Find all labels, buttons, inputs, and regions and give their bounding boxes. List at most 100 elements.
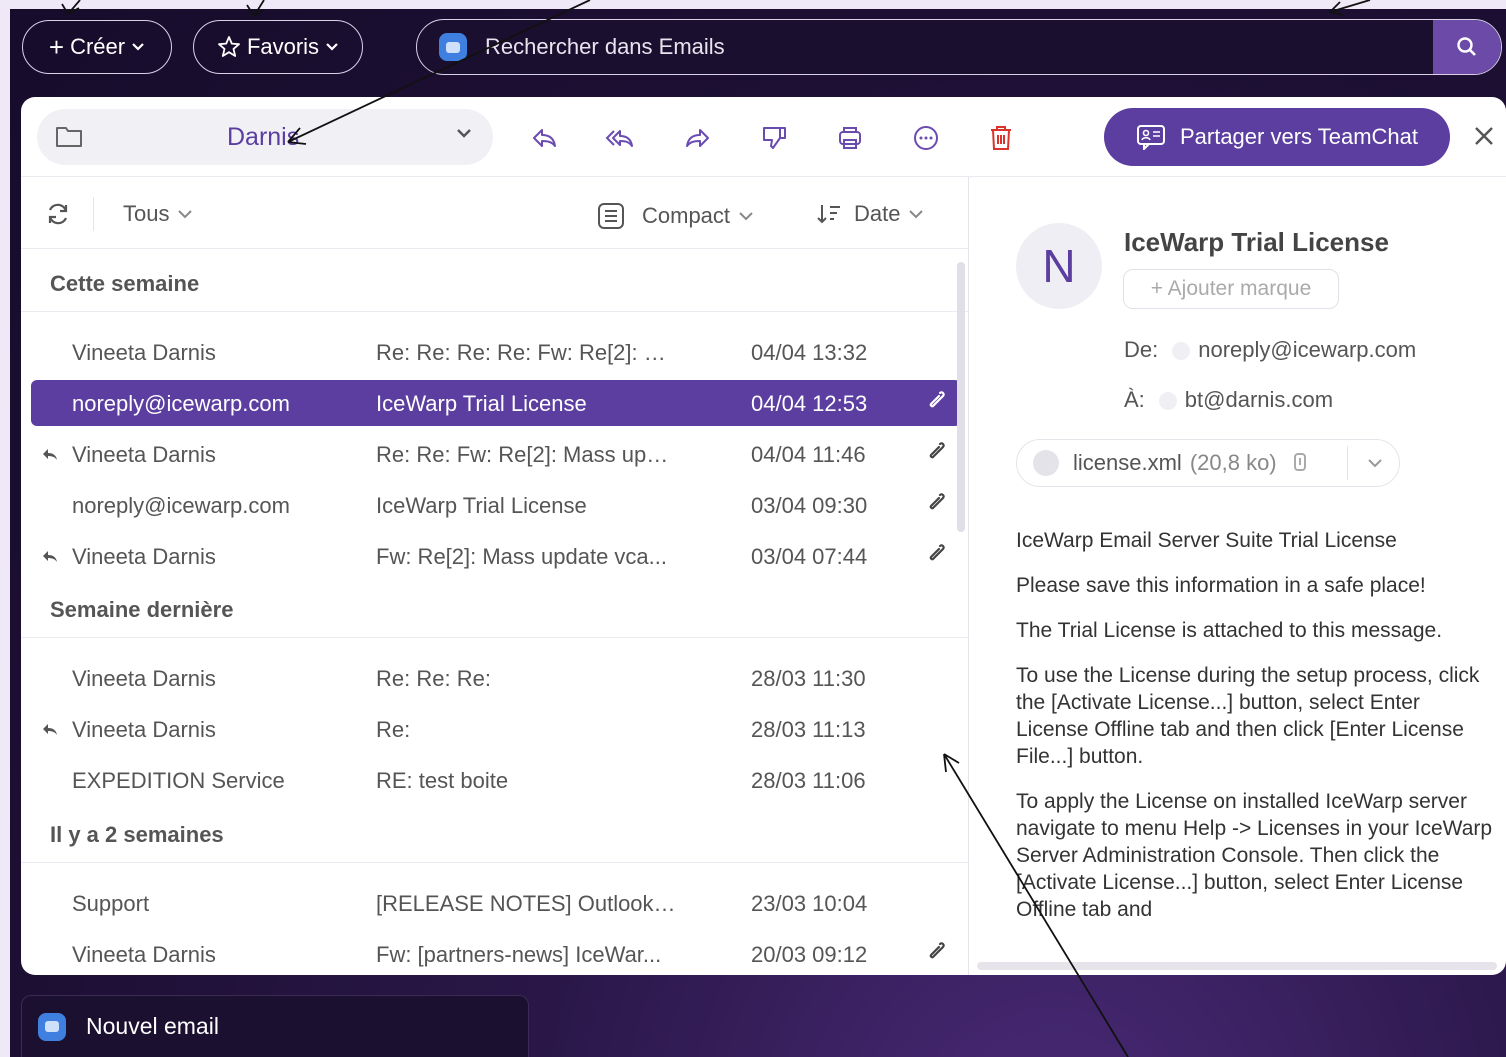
replied-icon: [41, 545, 59, 571]
chevron-down-icon: [457, 129, 471, 138]
message-title: IceWarp Trial License: [1124, 227, 1389, 257]
chevron-down-icon[interactable]: [1367, 458, 1383, 468]
refresh-button[interactable]: [45, 201, 71, 227]
star-icon: [218, 36, 240, 57]
row-sender: Vineeta Darnis: [72, 942, 216, 967]
body-paragraph: To apply the License on installed IceWar…: [1016, 790, 1493, 921]
row-subject: Fw: Re[2]: Mass update vca...: [376, 544, 668, 569]
row-subject: IceWarp Trial License: [376, 391, 587, 416]
share-label: Partager vers TeamChat: [1179, 124, 1419, 149]
new-email-tab[interactable]: Nouvel email: [21, 995, 529, 1057]
from-label: De:: [1124, 337, 1159, 362]
teamchat-icon: [1136, 125, 1165, 150]
message-list: Tous Compact Date Cette semaine Semaine …: [21, 177, 969, 975]
row-subject: RE: test boite: [376, 768, 509, 793]
email-app-icon: [38, 1012, 66, 1041]
row-subject: Re: Re: Re: Re: Fw: Re[2]: M...: [376, 340, 676, 365]
search-input[interactable]: [467, 20, 1433, 74]
table-row[interactable]: noreply@icewarp.com IceWarp Trial License…: [31, 482, 961, 528]
close-icon: [1475, 127, 1493, 145]
filter-dropdown[interactable]: Tous: [123, 201, 193, 227]
more-icon[interactable]: [911, 123, 941, 153]
to-line: À: bt@darnis.com: [1124, 387, 1333, 413]
view-dropdown[interactable]: Compact: [596, 201, 754, 231]
row-subject: Re:: [376, 717, 411, 742]
reading-pane: N IceWarp Trial License + Ajouter marque…: [970, 177, 1506, 975]
divider: [21, 637, 969, 638]
download-icon[interactable]: [1291, 452, 1309, 474]
favorites-button[interactable]: Favoris: [193, 20, 363, 74]
chevron-down-icon: [739, 212, 753, 221]
sender-avatar: [1172, 342, 1191, 361]
attachment-chip[interactable]: license.xml (20,8 ko): [1016, 439, 1400, 487]
row-subject: Re: Re: Fw: Re[2]: Mass upd...: [376, 442, 676, 467]
favorites-label: Favoris: [246, 34, 320, 59]
list-scrollbar[interactable]: [957, 262, 965, 532]
group-heading: Cette semaine: [50, 271, 200, 296]
search-button[interactable]: [1433, 20, 1501, 74]
trash-icon[interactable]: [986, 123, 1016, 153]
create-label: Créer: [70, 34, 126, 59]
row-date: 28/03 11:30: [751, 666, 866, 691]
body-paragraph: The Trial License is attached to this me…: [1016, 619, 1443, 642]
print-icon[interactable]: [835, 123, 865, 153]
spam-icon[interactable]: [759, 123, 789, 153]
row-date: 03/04 09:30: [751, 493, 868, 518]
table-row[interactable]: Vineeta Darnis Fw: [partners-news] IceWar…: [31, 931, 961, 975]
filter-label: Tous: [123, 201, 170, 226]
table-row[interactable]: Vineeta Darnis Re: Re: Re: Re: Fw: Re[2]:…: [31, 329, 961, 375]
row-subject: IceWarp Trial License: [376, 493, 587, 518]
chevron-down-icon: [132, 43, 144, 51]
sort-label: Date: [854, 201, 901, 226]
body-paragraph: Please save this information in a safe p…: [1016, 574, 1426, 597]
plus-icon: +: [48, 32, 65, 62]
table-row[interactable]: Vineeta Darnis Re: 28/03 11:13: [31, 706, 961, 752]
body-paragraph: To use the License during the setup proc…: [1016, 664, 1480, 768]
attachment-icon: [924, 542, 948, 572]
from-address[interactable]: noreply@icewarp.com: [1198, 337, 1416, 362]
recipient-avatar: [1158, 392, 1177, 411]
divider: [1347, 446, 1348, 480]
table-row[interactable]: Vineeta Darnis Re: Re: Fw: Re[2]: Mass up…: [31, 431, 961, 477]
chevron-down-icon: [326, 43, 338, 51]
table-row[interactable]: Support [RELEASE NOTES] Outlook ... 23/03 …: [31, 880, 961, 926]
avatar: N: [1016, 223, 1102, 309]
new-email-label: Nouvel email: [86, 1013, 219, 1039]
file-icon: [1033, 450, 1059, 476]
divider: [21, 862, 969, 863]
replied-icon: [41, 443, 59, 469]
to-address[interactable]: bt@darnis.com: [1185, 387, 1333, 412]
close-button[interactable]: [1469, 121, 1499, 151]
table-row[interactable]: Vineeta Darnis Fw: Re[2]: Mass update vca…: [31, 533, 961, 579]
table-row[interactable]: Vineeta Darnis Re: Re: Re: 28/03 11:30: [31, 655, 961, 701]
reply-icon[interactable]: [529, 123, 559, 153]
sort-dropdown[interactable]: Date: [816, 201, 924, 227]
row-date: 04/04 11:46: [751, 442, 866, 467]
table-row[interactable]: noreply@icewarp.com IceWarp Trial License…: [31, 380, 961, 426]
view-label: Compact: [642, 203, 731, 228]
window-frame-top: [0, 0, 1506, 9]
row-sender: Vineeta Darnis: [72, 544, 216, 569]
table-row[interactable]: EXPEDITION Service RE: test boite 28/03 11…: [31, 757, 961, 803]
reply-all-icon[interactable]: [605, 123, 635, 153]
attachment-icon: [924, 491, 948, 521]
attachment-icon: [924, 389, 948, 419]
row-subject: Re: Re: Re:: [376, 666, 491, 691]
create-button[interactable]: + Créer: [22, 20, 172, 74]
reading-pane-scrollbar[interactable]: [977, 962, 1497, 970]
forward-icon[interactable]: [683, 123, 713, 153]
divider: [21, 311, 969, 312]
row-date: 28/03 11:13: [751, 717, 866, 742]
replied-icon: [41, 718, 59, 744]
attachment-icon: [924, 940, 948, 970]
chevron-down-icon: [178, 210, 193, 219]
divider: [93, 197, 94, 231]
folder-selector[interactable]: Darnis: [37, 109, 493, 165]
folder-name: Darnis: [227, 123, 300, 151]
add-tag-button[interactable]: + Ajouter marque: [1123, 269, 1339, 309]
row-date: 28/03 11:06: [751, 768, 866, 793]
refresh-icon: [48, 203, 68, 225]
group-heading: Il y a 2 semaines: [50, 822, 224, 847]
share-teamchat-button[interactable]: Partager vers TeamChat: [1104, 108, 1450, 166]
row-sender: Support: [72, 891, 150, 916]
